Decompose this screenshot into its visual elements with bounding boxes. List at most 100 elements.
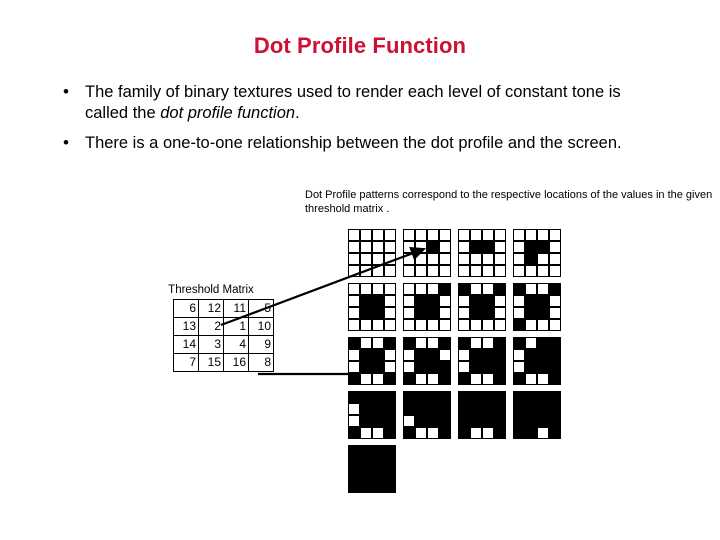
pattern-cell-0-0 — [403, 229, 415, 241]
pattern-cell-2-3 — [439, 253, 451, 265]
pattern-cell-2-3 — [439, 361, 451, 373]
pattern-cell-1-1 — [360, 457, 372, 469]
pattern-cell-1-0 — [513, 295, 525, 307]
pattern-cell-0-2 — [482, 229, 494, 241]
slide-canvas: Dot Profile Function • The family of bin… — [0, 0, 720, 540]
pattern-cell-2-2 — [427, 415, 439, 427]
table-row: 14 3 4 9 — [173, 335, 274, 354]
dot-profile-pattern-9 — [348, 337, 396, 385]
pattern-cell-1-2 — [482, 295, 494, 307]
pattern-cell-3-1 — [415, 427, 427, 439]
pattern-cell-0-2 — [537, 229, 549, 241]
pattern-cell-1-3 — [384, 241, 396, 253]
pattern-cell-0-3 — [494, 391, 506, 403]
pattern-cell-1-1 — [525, 241, 537, 253]
pattern-cell-3-0 — [403, 319, 415, 331]
pattern-cell-1-2 — [537, 403, 549, 415]
pattern-cell-2-2 — [482, 253, 494, 265]
pattern-cell-1-3 — [549, 349, 561, 361]
pattern-cell-0-1 — [415, 337, 427, 349]
pattern-cell-0-1 — [415, 283, 427, 295]
pattern-cell-2-1 — [525, 307, 537, 319]
pattern-cell-1-1 — [415, 241, 427, 253]
pattern-cell-0-0 — [458, 283, 470, 295]
dot-profile-pattern-grid — [348, 229, 568, 499]
pattern-cell-3-1 — [525, 265, 537, 277]
pattern-cell-2-1 — [360, 415, 372, 427]
pattern-cell-3-2 — [537, 373, 549, 385]
pattern-cell-2-3 — [494, 415, 506, 427]
pattern-cell-2-1 — [415, 361, 427, 373]
pattern-cell-1-3 — [384, 349, 396, 361]
pattern-cell-0-3 — [439, 229, 451, 241]
pattern-cell-3-3 — [549, 319, 561, 331]
pattern-cell-3-0 — [458, 373, 470, 385]
pattern-cell-3-2 — [372, 427, 384, 439]
pattern-cell-0-2 — [372, 445, 384, 457]
pattern-cell-2-1 — [525, 415, 537, 427]
table-row: 6 12 11 5 — [173, 299, 274, 318]
pattern-cell-0-1 — [360, 445, 372, 457]
pattern-cell-2-2 — [537, 415, 549, 427]
pattern-cell-1-1 — [470, 295, 482, 307]
pattern-cell-1-2 — [372, 403, 384, 415]
pattern-cell-3-2 — [427, 265, 439, 277]
pattern-cell-0-0 — [403, 391, 415, 403]
pattern-cell-0-0 — [403, 283, 415, 295]
pattern-caption: Dot Profile patterns correspond to the r… — [305, 189, 713, 215]
pattern-cell-2-0 — [348, 361, 360, 373]
pattern-cell-0-1 — [415, 391, 427, 403]
pattern-cell-3-3 — [439, 427, 451, 439]
pattern-cell-0-0 — [513, 391, 525, 403]
pattern-cell-3-2 — [372, 373, 384, 385]
pattern-cell-2-1 — [415, 415, 427, 427]
pattern-cell-3-3 — [494, 427, 506, 439]
pattern-row — [348, 229, 568, 283]
pattern-cell-2-0 — [348, 253, 360, 265]
pattern-cell-1-2 — [482, 349, 494, 361]
pattern-cell-0-2 — [482, 337, 494, 349]
threshold-cell-0-2: 11 — [223, 299, 249, 318]
pattern-cell-0-3 — [549, 229, 561, 241]
pattern-cell-0-0 — [513, 229, 525, 241]
pattern-cell-0-2 — [372, 391, 384, 403]
pattern-cell-1-0 — [458, 349, 470, 361]
pattern-cell-1-2 — [537, 241, 549, 253]
pattern-cell-1-0 — [403, 295, 415, 307]
pattern-cell-0-1 — [360, 391, 372, 403]
pattern-cell-0-0 — [458, 391, 470, 403]
pattern-cell-1-0 — [403, 403, 415, 415]
pattern-cell-3-2 — [372, 481, 384, 493]
threshold-cell-1-1: 2 — [198, 317, 224, 336]
pattern-cell-0-2 — [427, 391, 439, 403]
pattern-cell-1-2 — [427, 403, 439, 415]
bullet-text-1-tail: . — [295, 104, 300, 122]
bullet-marker-icon: • — [63, 133, 69, 152]
bullet-text-2: There is a one-to-one relationship betwe… — [85, 133, 638, 154]
pattern-cell-2-2 — [537, 361, 549, 373]
pattern-cell-2-0 — [513, 253, 525, 265]
dot-profile-pattern-5 — [348, 283, 396, 331]
pattern-cell-1-0 — [348, 349, 360, 361]
threshold-matrix-block: Threshold Matrix 6 12 11 5 13 2 1 10 14 3 4 9 7 15 16 8 — [155, 284, 274, 372]
threshold-cell-1-0: 13 — [173, 317, 199, 336]
pattern-cell-3-0 — [458, 427, 470, 439]
pattern-cell-0-1 — [525, 391, 537, 403]
pattern-cell-0-2 — [537, 337, 549, 349]
pattern-cell-0-0 — [348, 283, 360, 295]
pattern-cell-1-3 — [439, 241, 451, 253]
pattern-cell-3-1 — [415, 265, 427, 277]
pattern-cell-3-3 — [384, 265, 396, 277]
pattern-cell-2-0 — [403, 307, 415, 319]
pattern-cell-2-0 — [403, 361, 415, 373]
pattern-cell-1-1 — [360, 403, 372, 415]
pattern-cell-1-3 — [494, 295, 506, 307]
pattern-cell-3-2 — [537, 427, 549, 439]
pattern-cell-1-0 — [458, 295, 470, 307]
pattern-cell-2-1 — [525, 361, 537, 373]
threshold-cell-3-2: 16 — [223, 353, 249, 372]
pattern-cell-2-1 — [470, 307, 482, 319]
pattern-cell-1-3 — [439, 349, 451, 361]
pattern-cell-0-0 — [513, 283, 525, 295]
pattern-cell-3-3 — [439, 373, 451, 385]
